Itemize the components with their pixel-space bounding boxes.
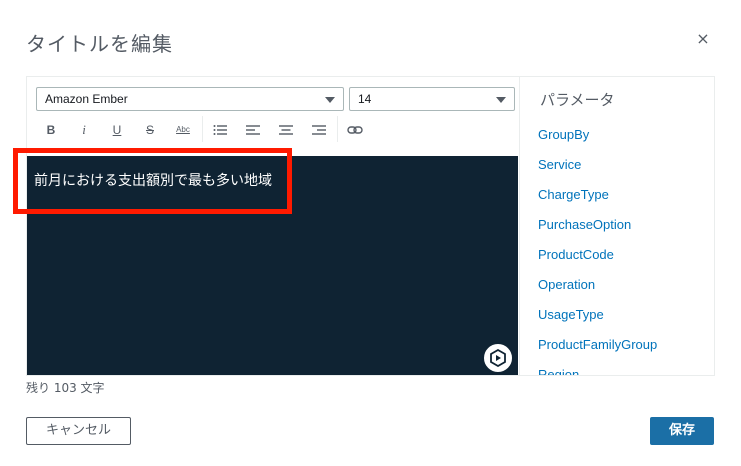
spellcheck-icon[interactable]: Abc — [174, 120, 192, 140]
parameter-item-purchaseoption[interactable]: PurchaseOption — [538, 217, 657, 247]
highlight-box — [13, 148, 292, 214]
bold-icon[interactable]: B — [42, 120, 60, 140]
align-left-glyph — [246, 125, 260, 135]
chevron-down-icon — [496, 97, 506, 103]
save-button[interactable]: 保存 — [650, 417, 714, 445]
parameter-item-chargetype[interactable]: ChargeType — [538, 187, 657, 217]
align-right-icon[interactable] — [310, 120, 328, 140]
parameter-item-productfamilygroup[interactable]: ProductFamilyGroup — [538, 337, 657, 367]
parameter-item-productcode[interactable]: ProductCode — [538, 247, 657, 277]
parameter-item-operation[interactable]: Operation — [538, 277, 657, 307]
close-icon[interactable]: × — [694, 30, 712, 48]
align-center-glyph — [279, 125, 293, 135]
italic-icon[interactable]: i — [75, 120, 93, 140]
parameter-heading: パラメータ — [540, 91, 615, 109]
toolbar-divider — [337, 116, 338, 142]
font-family-select[interactable]: Amazon Ember — [36, 87, 344, 111]
font-family-value: Amazon Ember — [45, 92, 128, 106]
parameter-item-service[interactable]: Service — [538, 157, 657, 187]
chevron-down-icon — [325, 97, 335, 103]
align-center-icon[interactable] — [277, 120, 295, 140]
parameter-list: GroupBy Service ChargeType PurchaseOptio… — [538, 127, 657, 375]
align-left-icon[interactable] — [244, 120, 262, 140]
underline-icon[interactable]: U — [108, 120, 126, 140]
align-right-glyph — [312, 125, 326, 135]
remaining-characters: 残り 103 文字 — [26, 381, 105, 395]
toolbar-divider — [202, 116, 203, 142]
strikethrough-icon[interactable]: S — [141, 120, 159, 140]
assistant-glyph — [490, 349, 506, 367]
bullet-list-icon[interactable] — [211, 120, 229, 140]
parameter-panel: パラメータ GroupBy Service ChargeType Purchas… — [519, 77, 714, 375]
link-glyph — [347, 126, 363, 134]
modal-title: タイトルを編集 — [26, 32, 173, 56]
font-size-select[interactable]: 14 — [349, 87, 515, 111]
font-size-value: 14 — [358, 92, 372, 106]
parameter-item-groupby[interactable]: GroupBy — [538, 127, 657, 157]
link-icon[interactable] — [346, 120, 364, 140]
bullet-list-glyph — [213, 125, 227, 135]
parameter-item-region[interactable]: Region — [538, 367, 657, 375]
parameter-item-usagetype[interactable]: UsageType — [538, 307, 657, 337]
assistant-fab-icon[interactable] — [482, 342, 514, 374]
cancel-button[interactable]: キャンセル — [26, 417, 131, 445]
